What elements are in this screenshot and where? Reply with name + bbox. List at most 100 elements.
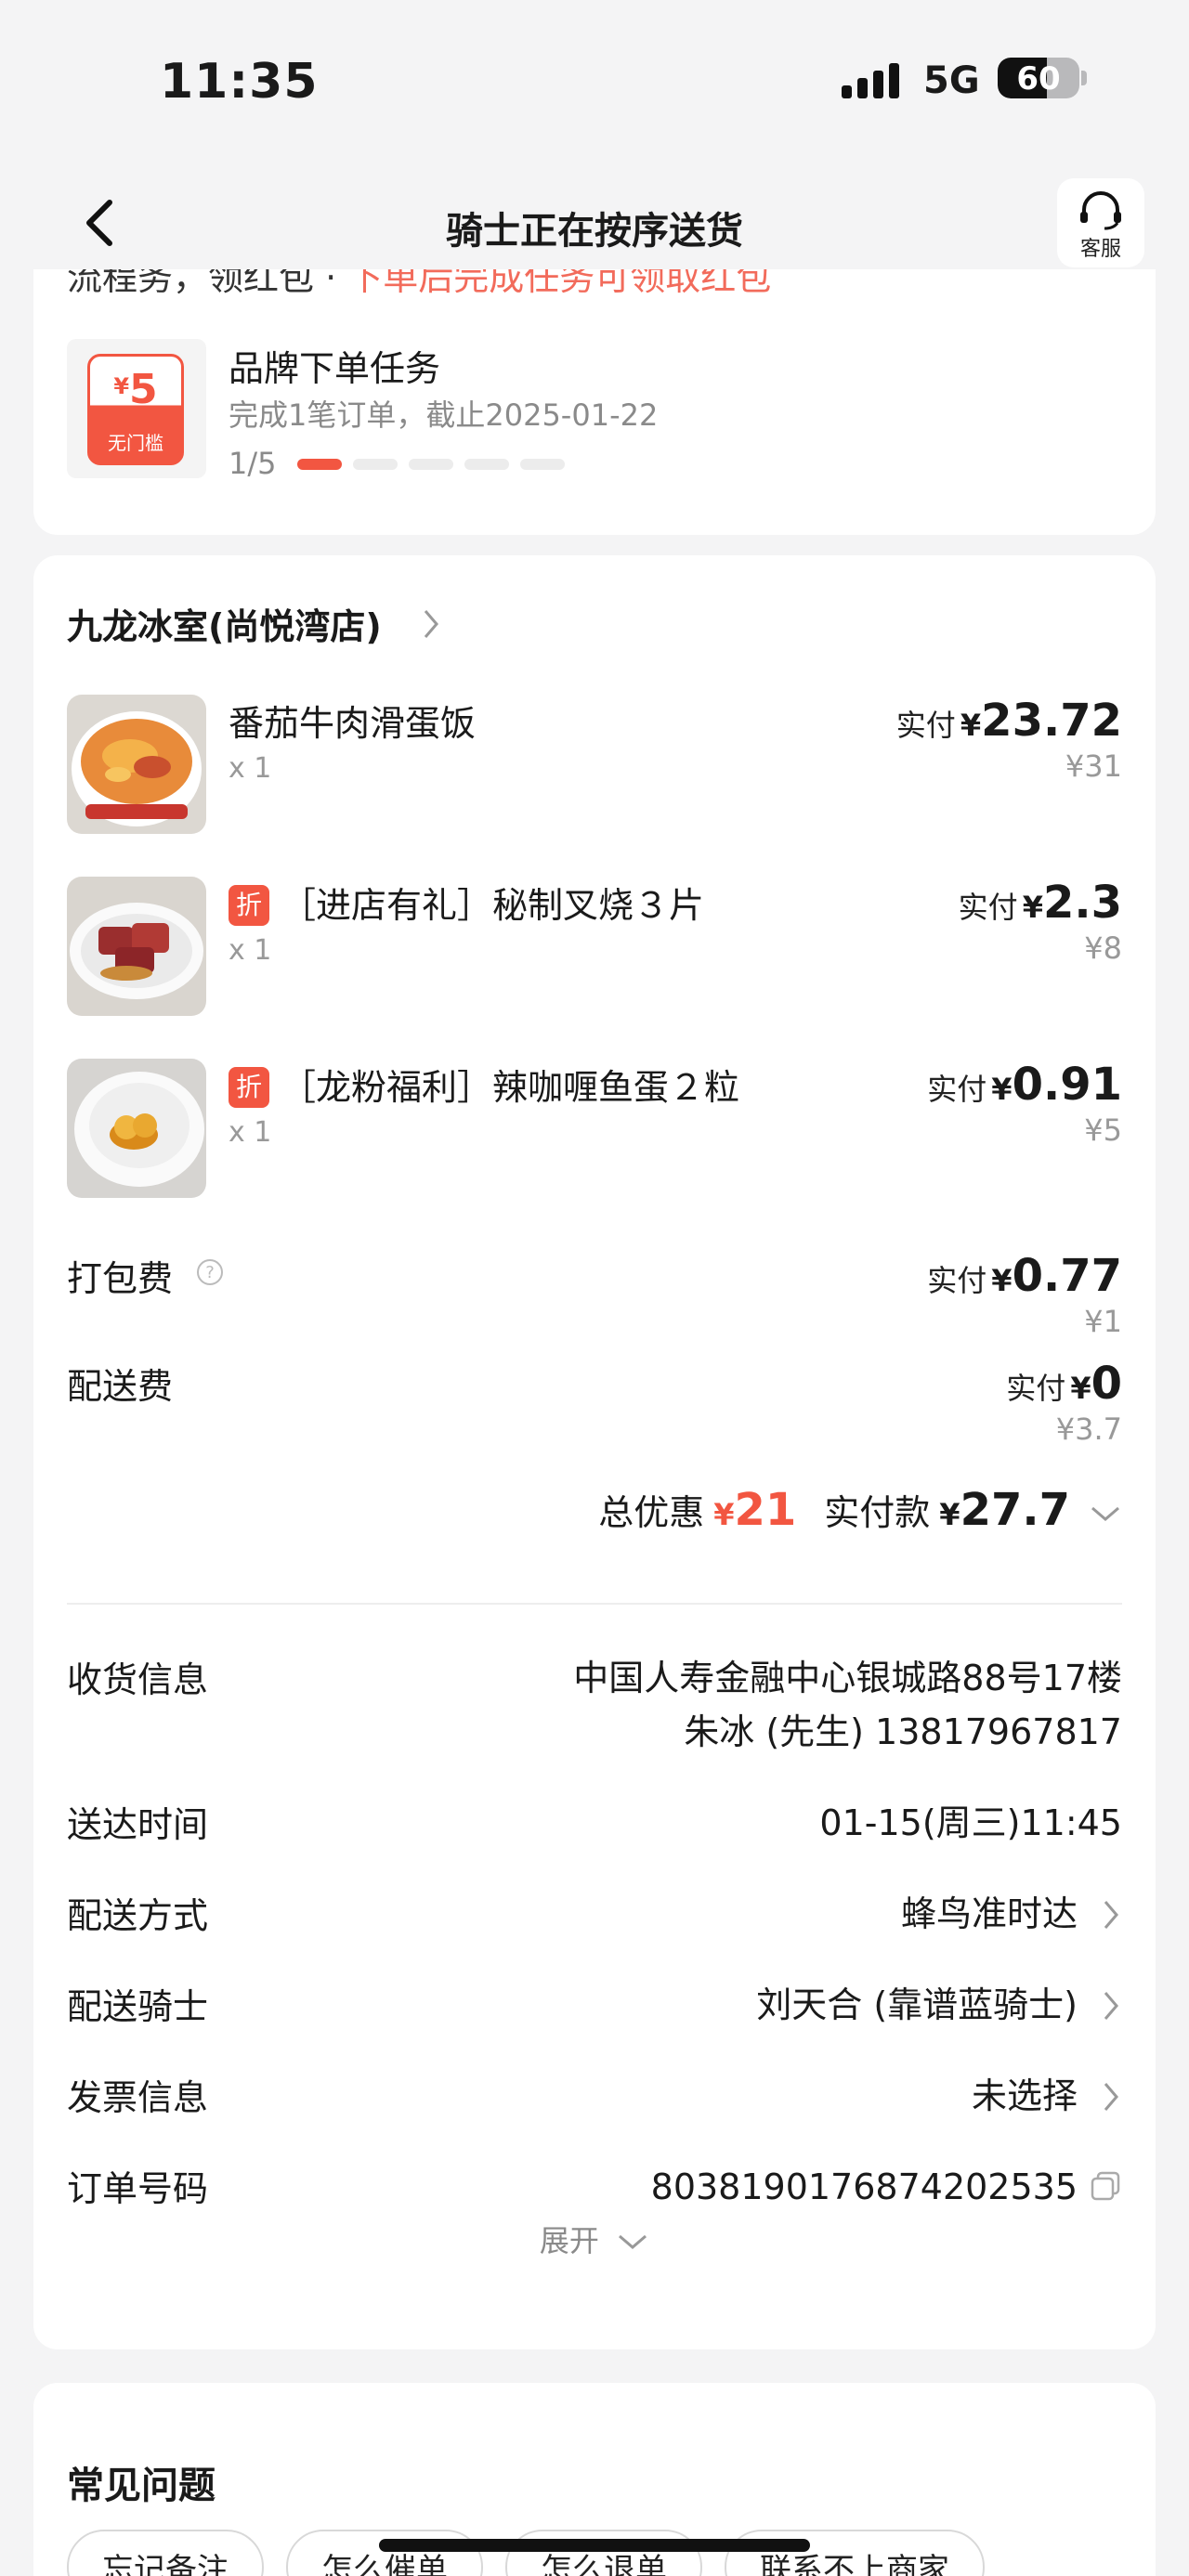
item-name-text: ［进店有礼］秘制叉烧３片 — [281, 885, 705, 926]
fee-price: 实付 ¥0.77 ¥1 — [927, 1250, 1122, 1339]
yen-symbol: ¥ — [713, 1497, 735, 1532]
coupon-condition: 无门槛 — [108, 432, 163, 454]
divider — [67, 1603, 1122, 1605]
item-name-text: ［龙粉福利］辣咖喱鱼蛋２粒 — [281, 1067, 740, 1108]
address-row: 收货信息 中国人寿金融中心银城路88号17楼 朱冰 (先生) 138179678… — [67, 1651, 1122, 1763]
progress-dot — [353, 459, 398, 470]
invoice-value: 未选择 — [971, 2075, 1078, 2116]
rider-row[interactable]: 配送骑士 刘天合 (靠谱蓝骑士) — [67, 1978, 1122, 2034]
order-number-row: 订单号码 8038190176874202535 — [67, 2160, 1122, 2216]
yen-symbol: ¥ — [991, 1072, 1013, 1107]
task-header-clipped: 流程务，领红包 · 下单后完成任务可领取红包 — [67, 269, 771, 300]
chevron-right-icon — [1104, 1901, 1118, 1929]
paid-amount: 0 — [1091, 1358, 1122, 1410]
task-header-text: 流程务，领红包 · — [67, 269, 348, 298]
coupon-icon: ¥5 无门槛 — [87, 354, 184, 465]
chevron-right-icon — [1104, 2083, 1118, 2111]
paid-amount: 0.91 — [1012, 1059, 1122, 1111]
item-name: 折 ［龙粉福利］辣咖喱鱼蛋２粒 — [229, 1059, 739, 1110]
paid-amount: 2.3 — [1042, 877, 1122, 929]
chevron-right-icon — [1104, 1992, 1118, 2020]
order-item[interactable]: 番茄牛肉滑蛋饭 x 1 实付 ¥23.72 ¥31 — [67, 695, 1122, 834]
info-label: 订单号码 — [67, 2168, 209, 2209]
fee-label: 打包费 — [67, 1258, 174, 1299]
yen-symbol: ¥ — [939, 1497, 960, 1532]
svg-text:?: ? — [205, 1263, 215, 1282]
item-image-fishball — [67, 1059, 206, 1198]
paid-label: 实付 — [927, 1263, 987, 1298]
info-label: 送达时间 — [67, 1804, 209, 1845]
invoice-row[interactable]: 发票信息 未选择 — [67, 2069, 1122, 2125]
task-card: 流程务，领红包 · 下单后完成任务可领取红包 ¥5 无门槛 品牌下单任务 完成1… — [33, 269, 1156, 535]
paid-amount: 0.77 — [1012, 1250, 1122, 1302]
faq-chip[interactable]: 忘记备注 — [67, 2530, 264, 2576]
yen-symbol: ¥ — [991, 1263, 1013, 1298]
status-time: 11:35 — [160, 54, 319, 110]
delivery-method-value: 蜂鸟准时达 — [900, 1893, 1078, 1934]
order-item[interactable]: 折 ［龙粉福利］辣咖喱鱼蛋２粒 x 1 实付 ¥0.91 ¥5 — [67, 1059, 1122, 1198]
help-icon[interactable]: ? — [195, 1257, 225, 1287]
copy-icon[interactable] — [1089, 2169, 1122, 2203]
item-name: 折 ［进店有礼］秘制叉烧３片 — [229, 877, 704, 928]
battery-icon: 60 — [998, 58, 1079, 98]
battery-tip — [1081, 71, 1087, 85]
delivery-time-row: 送达时间 01-15(周三)11:45 — [67, 1796, 1122, 1852]
delivery-time-value: 01-15(周三)11:45 — [819, 1802, 1122, 1843]
address-value: 中国人寿金融中心银城路88号17楼 朱冰 (先生) 13817967817 — [573, 1651, 1122, 1759]
task-progress-dots — [297, 459, 565, 470]
network-type: 5G — [923, 59, 980, 102]
task-description: 完成1笔订单，截止2025-01-22 — [229, 397, 659, 433]
customer-service-button[interactable]: 客服 — [1057, 178, 1144, 267]
battery-level: 60 — [1016, 60, 1061, 98]
info-label: 配送骑士 — [67, 1986, 209, 2027]
faq-chip[interactable]: 怎么催单 — [286, 2530, 483, 2576]
fee-price: 实付 ¥0 ¥3.7 — [1006, 1358, 1122, 1447]
status-bar: 11:35 5G 60 — [0, 0, 1189, 158]
order-item[interactable]: 折 ［进店有礼］秘制叉烧３片 x 1 实付 ¥2.3 ¥8 — [67, 877, 1122, 1016]
item-name-text: 番茄牛肉滑蛋饭 — [229, 703, 477, 744]
faq-chips: 忘记备注 怎么催单 怎么退单 联系不上商家 — [67, 2530, 985, 2576]
original-price: ¥1 — [1084, 1304, 1122, 1339]
rider-value: 刘天合 (靠谱蓝骑士) — [756, 1984, 1078, 2025]
faq-chip[interactable]: 联系不上商家 — [725, 2530, 985, 2576]
total-paid: 27.7 — [960, 1484, 1070, 1536]
original-price: ¥8 — [1084, 930, 1122, 966]
discount-flag: 折 — [229, 885, 269, 926]
paid-label: 实付 — [895, 708, 956, 743]
discount-label: 总优惠 — [598, 1492, 705, 1533]
nav-bar: 骑士正在按序送货 客服 — [0, 158, 1189, 288]
yen-symbol: ¥ — [1022, 890, 1043, 925]
info-label: 配送方式 — [67, 1895, 209, 1936]
page-title: 骑士正在按序送货 — [446, 210, 743, 253]
task-header-hint: 下单后完成任务可领取红包 — [347, 269, 772, 298]
delivery-fee-row: 配送费 实付 ¥0 ¥3.7 — [67, 1358, 1122, 1460]
home-indicator[interactable] — [379, 2539, 810, 2552]
task-title: 品牌下单任务 — [229, 348, 441, 389]
delivery-method-row[interactable]: 配送方式 蜂鸟准时达 — [67, 1887, 1122, 1943]
item-price: 实付 ¥0.91 ¥5 — [927, 1059, 1122, 1148]
order-summary[interactable]: 总优惠 ¥21 实付款 ¥27.7 — [598, 1484, 1122, 1536]
coupon-thumbnail[interactable]: ¥5 无门槛 — [67, 339, 206, 478]
customer-service-label: 客服 — [1079, 238, 1121, 261]
order-card: 九龙冰室(尚悦湾店) 番茄牛肉滑蛋饭 x 1 实付 ¥23.72 ¥31 折 ［… — [33, 555, 1156, 2349]
item-price: 实付 ¥23.72 ¥31 — [896, 695, 1122, 784]
yen-symbol: ¥ — [1070, 1371, 1091, 1406]
packing-fee-row: 打包费 ? 实付 ¥0.77 ¥1 — [67, 1250, 1122, 1352]
shop-name-link[interactable]: 九龙冰室(尚悦湾店) — [67, 598, 382, 649]
discount-flag: 折 — [229, 1067, 269, 1108]
total-discount: 21 — [734, 1484, 797, 1536]
chevron-down-icon — [619, 2234, 647, 2249]
chevron-down-icon — [1091, 1506, 1119, 1521]
address-line: 中国人寿金融中心银城路88号17楼 — [573, 1658, 1122, 1698]
item-quantity: x 1 — [229, 1116, 272, 1149]
order-number-value: 8038190176874202535 — [650, 2166, 1078, 2207]
paid-label: 实付 — [1006, 1371, 1066, 1406]
paid-label: 实付 — [927, 1072, 987, 1107]
original-price: ¥31 — [1065, 748, 1122, 784]
item-quantity: x 1 — [229, 752, 272, 785]
task-progress-text: 1/5 — [229, 446, 277, 481]
headset-icon — [1080, 191, 1121, 230]
faq-chip[interactable]: 怎么退单 — [505, 2530, 702, 2576]
contact-line: 朱冰 (先生) 13817967817 — [684, 1711, 1122, 1752]
expand-button[interactable]: 展开 — [33, 2218, 1156, 2260]
